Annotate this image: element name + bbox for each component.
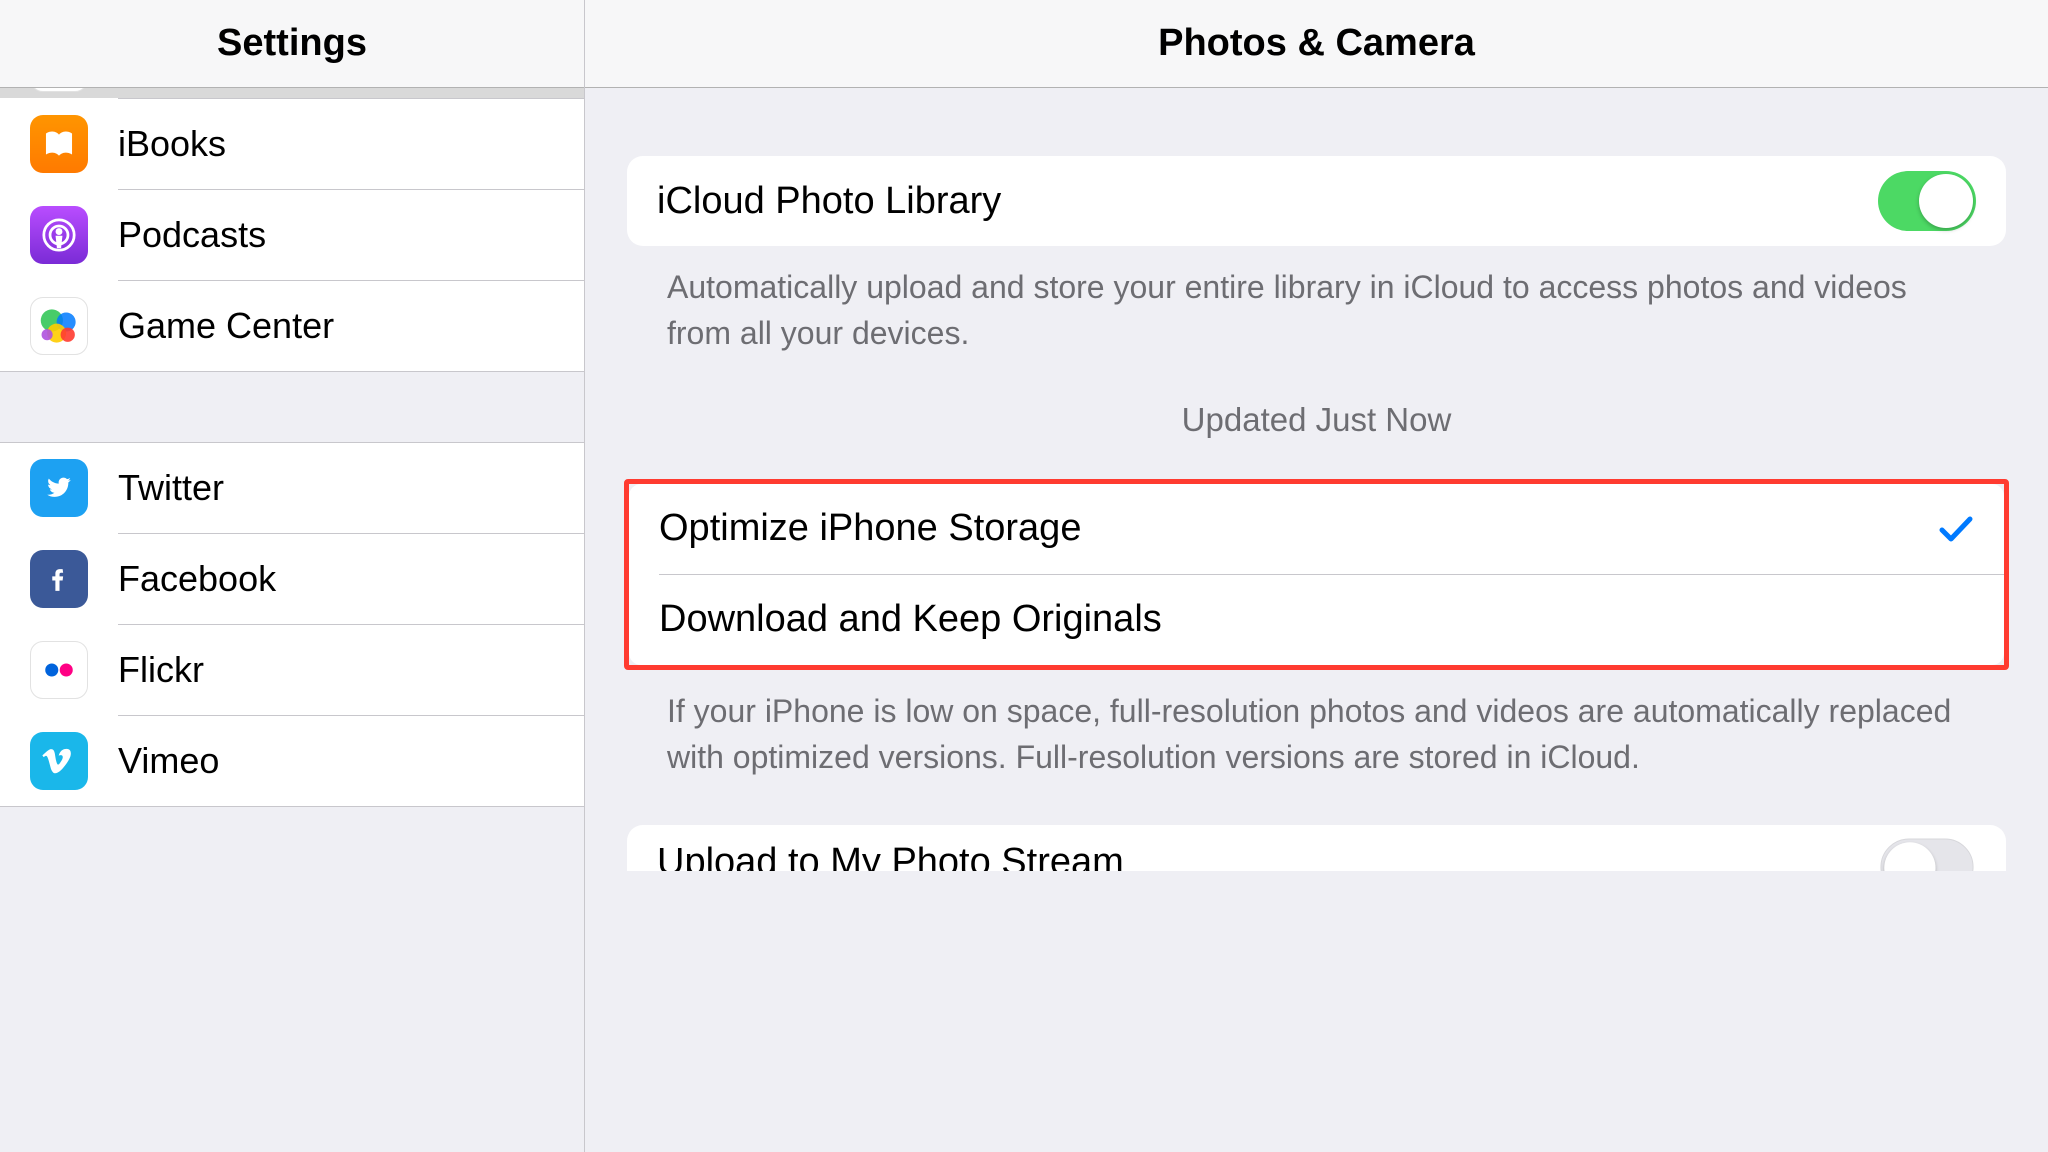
- sidebar-item-label: Vimeo: [118, 740, 219, 782]
- sidebar-scroll[interactable]: Photos & Camera iBooks: [0, 88, 584, 1152]
- sidebar-item-label: Twitter: [118, 467, 224, 509]
- sidebar-item-label: iBooks: [118, 123, 226, 165]
- annotation-highlight: Optimize iPhone Storage Download and Kee…: [624, 479, 2009, 670]
- icloud-photo-library-toggle[interactable]: [1878, 171, 1976, 231]
- photo-stream-toggle[interactable]: [1880, 838, 1973, 871]
- sync-status: Updated Just Now: [627, 401, 2006, 439]
- sidebar-item-ibooks[interactable]: iBooks: [0, 99, 584, 189]
- toggle-knob: [1884, 842, 1935, 871]
- sidebar-item-label: Podcasts: [118, 214, 266, 256]
- sidebar-item-label: Facebook: [118, 558, 276, 600]
- checkmark-icon: [1938, 511, 1974, 547]
- sidebar-item-vimeo[interactable]: Vimeo: [0, 716, 584, 806]
- sidebar: Settings: [0, 0, 585, 1152]
- cell-label: Download and Keep Originals: [659, 598, 1162, 641]
- photos-icon: [30, 88, 88, 92]
- ibooks-icon: [30, 115, 88, 173]
- icloud-footer-text: Automatically upload and store your enti…: [627, 246, 2006, 357]
- sidebar-item-label: Game Center: [118, 305, 334, 347]
- icloud-photo-library-row[interactable]: iCloud Photo Library: [627, 156, 2006, 246]
- sidebar-item-twitter[interactable]: Twitter: [0, 443, 584, 533]
- cell-label: Optimize iPhone Storage: [659, 507, 1081, 550]
- twitter-icon: [30, 459, 88, 517]
- vimeo-icon: [30, 732, 88, 790]
- gamecenter-icon: [30, 297, 88, 355]
- settings-split-view: Settings: [0, 0, 2048, 1152]
- facebook-icon: [30, 550, 88, 608]
- optimize-storage-row[interactable]: Optimize iPhone Storage: [629, 484, 2004, 574]
- sidebar-item-podcasts[interactable]: Podcasts: [0, 190, 584, 280]
- sidebar-title: Settings: [0, 0, 584, 88]
- toggle-knob: [1919, 174, 1973, 228]
- sidebar-item-label: Flickr: [118, 649, 204, 691]
- sidebar-item-flickr[interactable]: Flickr: [0, 625, 584, 715]
- detail-scroll[interactable]: iCloud Photo Library Automatically uploa…: [585, 88, 2048, 1152]
- cell-label: iCloud Photo Library: [657, 180, 1001, 223]
- flickr-icon: [30, 641, 88, 699]
- cell-label: Upload to My Photo Stream: [657, 841, 1124, 871]
- detail-pane: Photos & Camera iCloud Photo Library Aut…: [585, 0, 2048, 1152]
- icloud-photo-library-group: iCloud Photo Library: [627, 156, 2006, 246]
- detail-title: Photos & Camera: [585, 0, 2048, 88]
- photo-stream-group: Upload to My Photo Stream: [627, 825, 2006, 871]
- sidebar-item-facebook[interactable]: Facebook: [0, 534, 584, 624]
- download-originals-row[interactable]: Download and Keep Originals: [629, 575, 2004, 665]
- sidebar-item-gamecenter[interactable]: Game Center: [0, 281, 584, 371]
- sidebar-item-photos-camera[interactable]: Photos & Camera: [0, 88, 584, 98]
- podcasts-icon: [30, 206, 88, 264]
- storage-footer-text: If your iPhone is low on space, full-res…: [627, 670, 2006, 781]
- storage-options-group: Optimize iPhone Storage Download and Kee…: [629, 484, 2004, 665]
